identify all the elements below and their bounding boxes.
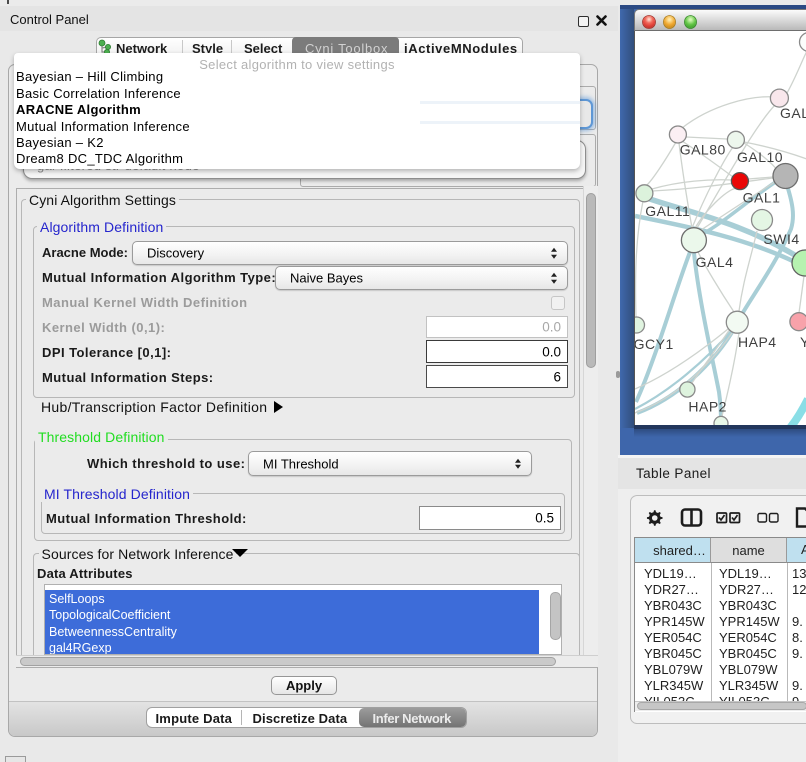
svg-text:GAL80: GAL80: [680, 142, 726, 158]
svg-text:GAL7: GAL7: [780, 105, 806, 121]
svg-text:GCY1: GCY1: [635, 336, 674, 352]
svg-text:HAP4: HAP4: [738, 334, 777, 350]
svg-text:SWI4: SWI4: [763, 231, 799, 247]
svg-text:GAL10: GAL10: [737, 149, 783, 165]
svg-text:GAL1: GAL1: [743, 190, 781, 206]
svg-text:GAL4: GAL4: [696, 254, 734, 270]
svg-text:HAP2: HAP2: [688, 399, 727, 415]
svg-text:YJ: YJ: [800, 334, 806, 350]
svg-text:GAL11: GAL11: [645, 203, 690, 219]
